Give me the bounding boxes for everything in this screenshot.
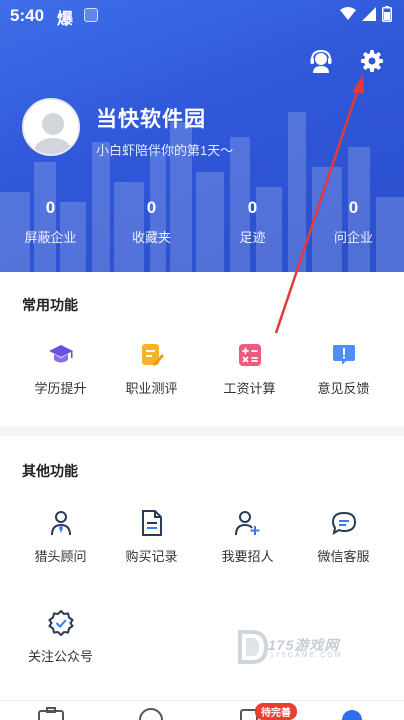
avatar[interactable]: [22, 98, 80, 156]
headhunter-consultant-item[interactable]: 猎头顾问: [10, 510, 111, 565]
stat-ask-company[interactable]: 0 问企业: [303, 198, 404, 246]
item-label: 工资计算: [223, 381, 276, 396]
wechat-service-item[interactable]: 微信客服: [293, 510, 394, 565]
purchase-records-item[interactable]: 购买记录: [101, 510, 202, 565]
status-icons: [340, 6, 392, 22]
nav-message-icon[interactable]: [138, 707, 164, 720]
watermark-logo: 175游戏网 175GAME.COM: [236, 628, 366, 668]
bottom-nav: [0, 700, 404, 720]
item-label: 我要招人: [221, 549, 274, 564]
add-person-icon: [234, 510, 261, 536]
item-label: 微信客服: [317, 549, 370, 564]
calculator-icon: [237, 342, 263, 368]
follow-official-account-item[interactable]: 关注公众号: [10, 610, 111, 665]
battery-icon: [382, 6, 392, 22]
profile-header: 5:40 爆 当快软件园 小白虾陪伴你的第1天～ 0 屏蔽企业 0 收藏夹 0 …: [0, 0, 404, 272]
stat-value: 0: [45, 198, 56, 217]
signal-icon: [362, 7, 376, 21]
wifi-icon: [340, 7, 356, 20]
stat-label: 问企业: [333, 230, 373, 245]
stat-label: 屏蔽企业: [24, 230, 77, 245]
item-label: 学历提升: [34, 381, 87, 396]
customer-service-icon[interactable]: [307, 47, 335, 75]
item-label: 关注公众号: [27, 649, 93, 664]
profile-name[interactable]: 当快软件园: [96, 103, 206, 133]
feedback-item[interactable]: 意见反馈: [293, 342, 394, 397]
salary-calculator-item[interactable]: 工资计算: [199, 342, 300, 397]
item-label: 职业测评: [125, 381, 178, 396]
item-label: 购买记录: [125, 549, 178, 564]
profile-subtitle: 小白虾陪伴你的第1天～: [96, 143, 234, 158]
verified-badge-icon: [47, 610, 74, 636]
status-bar: 5:40 爆: [0, 0, 404, 30]
stats-row: 0 屏蔽企业 0 收藏夹 0 足迹 0 问企业: [0, 198, 404, 246]
chat-bubble-icon: [331, 510, 357, 536]
recruit-item[interactable]: 我要招人: [197, 510, 298, 565]
common-functions-card: 常用功能 学历提升 职业测评 工资计算 意见反馈: [0, 272, 404, 426]
stat-label: 收藏夹: [131, 230, 171, 245]
document-icon: [139, 510, 165, 536]
stat-value: 0: [146, 198, 157, 217]
status-time: 5:40: [10, 6, 45, 25]
stat-blocked-companies[interactable]: 0 屏蔽企业: [0, 198, 101, 246]
stat-footprints[interactable]: 0 足迹: [202, 198, 303, 246]
headhunter-icon: [48, 510, 74, 536]
app-notification-icon: 爆: [57, 11, 74, 28]
nav-profile-icon[interactable]: [340, 707, 364, 720]
settings-gear-icon[interactable]: [358, 47, 386, 75]
nav-briefcase-icon[interactable]: [38, 707, 64, 720]
graduation-cap-icon: [48, 342, 74, 368]
stat-label: 足迹: [239, 230, 266, 245]
gallery-notification-icon: [84, 8, 98, 22]
notepad-pen-icon: [139, 342, 165, 368]
stat-value: 0: [348, 198, 359, 217]
stat-value: 0: [247, 198, 258, 217]
education-upgrade-item[interactable]: 学历提升: [10, 342, 111, 397]
feedback-icon: [331, 342, 357, 368]
item-label: 意见反馈: [317, 381, 370, 396]
section-title: 其他功能: [22, 463, 78, 479]
career-assessment-item[interactable]: 职业测评: [101, 342, 202, 397]
section-title: 常用功能: [22, 297, 78, 313]
item-label: 猎头顾问: [34, 549, 87, 564]
stat-favorites[interactable]: 0 收藏夹: [101, 198, 202, 246]
pending-badge: 待完善: [255, 703, 297, 720]
